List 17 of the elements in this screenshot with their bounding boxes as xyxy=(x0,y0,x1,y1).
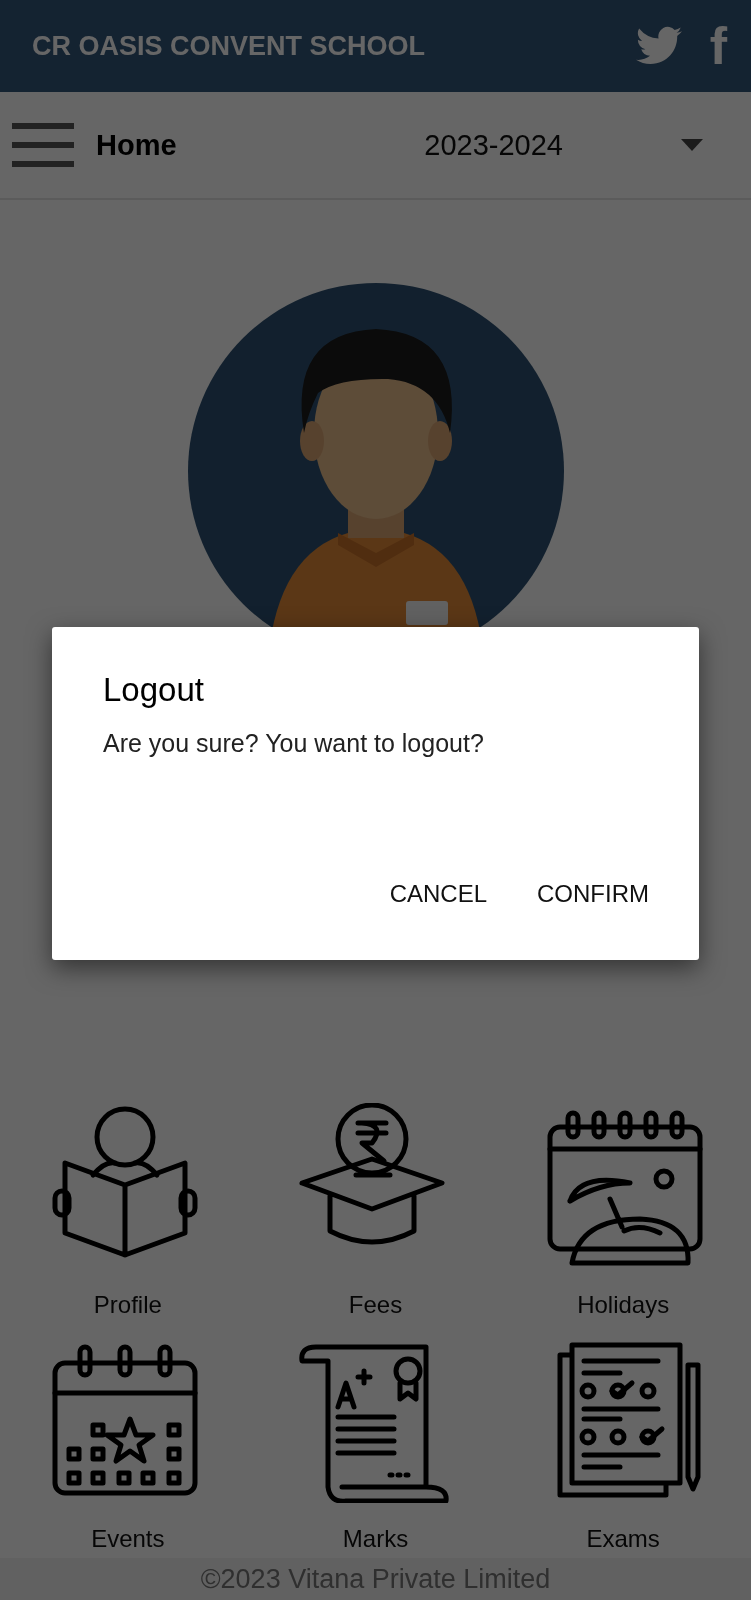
year-dropdown[interactable]: 2023-2024 xyxy=(424,128,703,162)
menu-tile[interactable]: Fees xyxy=(251,1103,500,1319)
menu-tile[interactable]: Marks xyxy=(251,1337,500,1553)
menu-tile[interactable]: Profile xyxy=(4,1103,252,1319)
menu-tile[interactable]: Exams xyxy=(499,1337,747,1553)
page-title: Home xyxy=(96,128,178,162)
menu-tile[interactable]: Events xyxy=(4,1337,252,1553)
caret-icon xyxy=(681,139,703,151)
bird-icon[interactable] xyxy=(635,26,682,66)
dialog-button[interactable]: CANCEL xyxy=(381,872,487,916)
dialog-button[interactable]: CONFIRM xyxy=(529,872,649,916)
menu-tile[interactable]: Holidays xyxy=(499,1103,747,1319)
school-title: CR OASIS CONVENT SCHOOL xyxy=(32,30,427,62)
dialog-message: Are you sure? You want to logout? xyxy=(103,729,485,758)
menu-icon[interactable] xyxy=(12,123,74,167)
facebook-icon[interactable]: f xyxy=(709,20,727,72)
dialog-title: Logout xyxy=(103,671,205,709)
